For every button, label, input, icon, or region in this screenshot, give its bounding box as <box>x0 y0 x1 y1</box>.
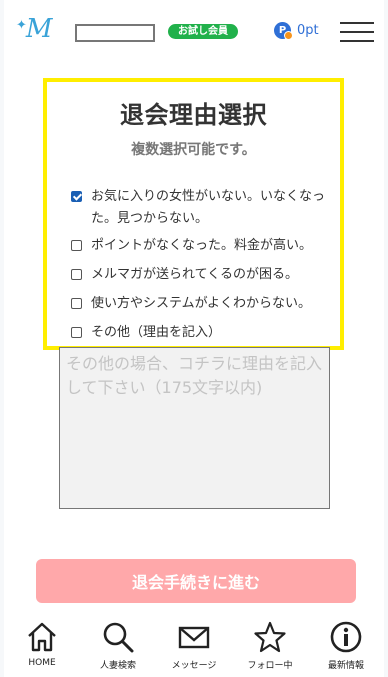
reason-option-label: お気に入りの女性がいない。いなくなった。見つからない。 <box>91 189 326 226</box>
mail-icon <box>178 626 210 649</box>
hamburger-menu-icon[interactable] <box>340 22 374 42</box>
nav-label: フォロー中 <box>247 661 293 671</box>
bottom-nav: HOME 人妻検索 メッセージ フォロー中 最新情報 <box>4 618 384 677</box>
page-title: 退会理由選択 <box>120 101 267 129</box>
page: ✦M お試し会員 P 0pt 退会理由選択 複数選択可能です。 お気に入りの女性… <box>4 0 384 677</box>
page-subtitle: 複数選択可能です。 <box>131 142 256 158</box>
reason-option-label: メルマガが送られてくるのが困る。 <box>91 267 298 282</box>
checkbox[interactable] <box>71 327 82 338</box>
nav-label: 最新情報 <box>327 661 364 671</box>
nav-label: 人妻検索 <box>99 661 136 671</box>
points-value: 0pt <box>297 23 319 38</box>
checkbox[interactable] <box>71 240 82 251</box>
checkbox[interactable] <box>71 298 82 309</box>
nav-label: メッセージ <box>171 661 217 671</box>
search-icon <box>103 622 134 653</box>
reason-option-no-favorite[interactable]: お気に入りの女性がいない。いなくなった。見つからない。 <box>71 186 333 230</box>
star-icon <box>254 621 286 653</box>
checkbox[interactable] <box>71 269 82 280</box>
site-logo[interactable]: ✦M <box>16 14 53 49</box>
nav-label: HOME <box>28 658 56 668</box>
nav-item-home[interactable]: HOME <box>4 618 80 677</box>
nav-item-news[interactable]: 最新情報 <box>308 618 384 677</box>
member-status-badge: お試し会員 <box>168 24 238 39</box>
logo-spark: ✦ <box>16 18 27 33</box>
other-reason-textarea[interactable] <box>59 347 330 509</box>
reason-option-other[interactable]: その他（理由を記入） <box>71 322 333 344</box>
nav-item-message[interactable]: メッセージ <box>156 618 232 677</box>
nav-item-search[interactable]: 人妻検索 <box>80 618 156 677</box>
nav-item-following[interactable]: フォロー中 <box>232 618 308 677</box>
reason-option-price[interactable]: ポイントがなくなった。料金が高い。 <box>71 235 333 257</box>
reason-option-usability[interactable]: 使い方やシステムがよくわからない。 <box>71 293 333 315</box>
withdrawal-reason-panel: 退会理由選択 複数選択可能です。 お気に入りの女性がいない。いなくなった。見つか… <box>43 78 344 350</box>
info-icon <box>330 621 362 653</box>
points-display[interactable]: P 0pt <box>274 22 319 40</box>
reason-option-newsletter[interactable]: メルマガが送られてくるのが困る。 <box>71 264 333 286</box>
points-icon: P <box>274 22 293 40</box>
header: ✦M お試し会員 P 0pt <box>4 0 384 64</box>
home-icon <box>28 622 56 652</box>
logo-text: M <box>25 14 53 44</box>
checkbox-checked[interactable] <box>71 191 82 202</box>
proceed-withdrawal-button[interactable]: 退会手続きに進む <box>36 559 356 603</box>
reason-option-label: その他（理由を記入） <box>91 325 222 340</box>
reason-option-label: ポイントがなくなった。料金が高い。 <box>91 238 313 253</box>
user-name-box <box>75 24 155 42</box>
reason-option-label: 使い方やシステムがよくわからない。 <box>91 296 311 311</box>
